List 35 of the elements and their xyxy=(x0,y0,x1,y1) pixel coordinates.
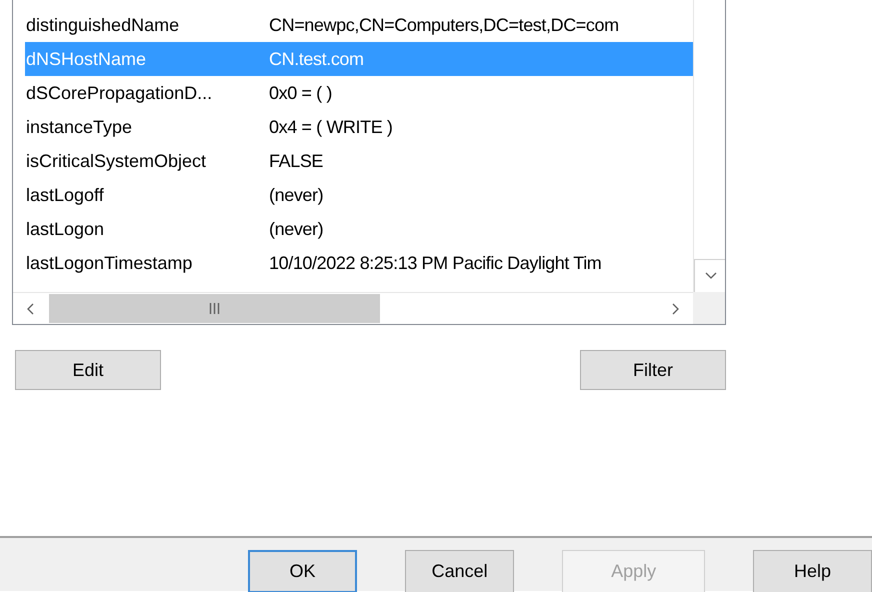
attribute-value: (never) xyxy=(269,218,324,240)
attribute-value: 0x4 = ( WRITE ) xyxy=(269,116,393,138)
attribute-value: 10/10/2022 8:25:13 PM Pacific Daylight Tim xyxy=(269,252,602,274)
attribute-name: lastLogon xyxy=(25,218,106,240)
horizontal-scrollbar[interactable] xyxy=(13,292,693,324)
dialog-button[interactable]: Cancel xyxy=(405,550,514,592)
scroll-down-button[interactable] xyxy=(694,259,725,292)
scroll-thumb[interactable] xyxy=(49,294,380,323)
attribute-row[interactable]: isCriticalSystemObject FALSE xyxy=(25,144,693,178)
attribute-row[interactable]: dSCorePropagationD... 0x0 = ( ) xyxy=(25,76,693,110)
attribute-name: dNSHostName xyxy=(25,48,148,70)
attribute-row[interactable]: lastLogoff (never) xyxy=(25,178,693,212)
filter-button[interactable]: Filter xyxy=(580,350,726,390)
attribute-value: 0x0 = ( ) xyxy=(269,82,332,104)
attribute-row[interactable]: instanceType 0x4 = ( WRITE ) xyxy=(25,110,693,144)
attribute-row[interactable]: lastLogonTimestamp 10/10/2022 8:25:13 PM Pacific Daylight Tim xyxy=(25,246,693,280)
attribute-value: CN.test.com xyxy=(269,48,364,70)
attribute-row[interactable]: lastLogon (never) xyxy=(25,212,693,246)
dialog-button[interactable]: OK xyxy=(248,550,358,592)
attribute-name: lastLogonTimestamp xyxy=(25,252,194,274)
grip-icon xyxy=(209,303,220,314)
vertical-scrollbar[interactable] xyxy=(693,0,725,292)
attribute-value: (never) xyxy=(269,184,324,206)
attribute-list[interactable] xyxy=(12,0,726,325)
attribute-name: distinguishedName xyxy=(25,14,180,36)
edit-button[interactable]: Edit xyxy=(15,350,161,390)
scrollbar-corner xyxy=(693,292,725,324)
attribute-name: dSCorePropagationD... xyxy=(25,82,214,104)
attribute-value: FALSE xyxy=(269,150,324,172)
dialog-button[interactable]: Help xyxy=(753,550,872,592)
attribute-name: instanceType xyxy=(25,116,134,138)
attribute-value: CN=newpc,CN=Computers,DC=test,DC=com xyxy=(269,14,619,36)
attribute-name: lastLogoff xyxy=(25,184,105,206)
attribute-name: isCriticalSystemObject xyxy=(25,150,208,172)
attribute-row[interactable]: distinguishedName CN=newpc,CN=Computers,DC=test,DC=com xyxy=(25,8,693,42)
